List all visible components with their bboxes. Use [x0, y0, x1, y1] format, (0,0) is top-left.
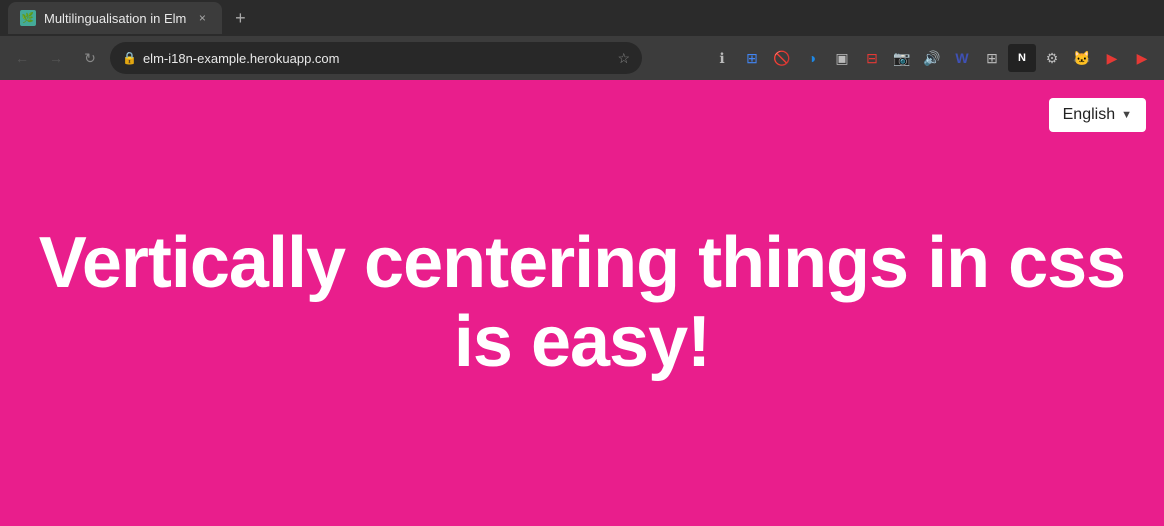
- extension-2-icon[interactable]: 📷: [888, 44, 916, 72]
- extension-7-icon[interactable]: ▶: [1128, 44, 1156, 72]
- hero-heading: Vertically centering things in css is ea…: [39, 224, 1125, 382]
- lock-icon: 🔒: [122, 51, 137, 65]
- notion-icon[interactable]: N: [1008, 44, 1036, 72]
- reload-button[interactable]: ↻: [76, 44, 104, 72]
- url-bar[interactable]: 🔒 elm-i18n-example.herokuapp.com ☆: [110, 42, 642, 74]
- extension-1-icon[interactable]: ⊟: [858, 44, 886, 72]
- extension-5-icon[interactable]: ⊞: [978, 44, 1006, 72]
- translate-icon[interactable]: ▣: [828, 44, 856, 72]
- tab-title: Multilingualisation in Elm: [44, 11, 186, 26]
- extension-3-icon[interactable]: 🔊: [918, 44, 946, 72]
- hero-section: Vertically centering things in css is ea…: [19, 224, 1145, 382]
- vpn-icon[interactable]: ◑: [798, 44, 826, 72]
- language-selector-button[interactable]: English ▼: [1049, 98, 1146, 132]
- extension-4-icon[interactable]: W: [948, 44, 976, 72]
- tab-bar: 🌿 Multilingualisation in Elm × +: [0, 0, 1164, 36]
- extensions-icon[interactable]: ⊞: [738, 44, 766, 72]
- youtube-icon[interactable]: ▶: [1098, 44, 1126, 72]
- back-button[interactable]: ←: [8, 44, 36, 72]
- tab-close-button[interactable]: ×: [194, 10, 210, 26]
- extension-6-icon[interactable]: 🐱: [1068, 44, 1096, 72]
- url-text: elm-i18n-example.herokuapp.com: [143, 51, 611, 66]
- page-content: English ▼ Vertically centering things in…: [0, 80, 1164, 526]
- ad-block-icon[interactable]: 🚫: [768, 44, 796, 72]
- active-tab[interactable]: 🌿 Multilingualisation in Elm ×: [8, 2, 222, 34]
- address-bar: ← → ↻ 🔒 elm-i18n-example.herokuapp.com ☆…: [0, 36, 1164, 80]
- settings-icon[interactable]: ⚙: [1038, 44, 1066, 72]
- chevron-down-icon: ▼: [1121, 109, 1132, 121]
- hero-heading-line2: is easy!: [454, 302, 710, 382]
- forward-button[interactable]: →: [42, 44, 70, 72]
- info-icon[interactable]: ℹ: [708, 44, 736, 72]
- tab-favicon: 🌿: [20, 10, 36, 26]
- new-tab-button[interactable]: +: [226, 4, 254, 32]
- hero-heading-line1: Vertically centering things in css: [39, 223, 1125, 303]
- browser-chrome: 🌿 Multilingualisation in Elm × + ← → ↻ 🔒…: [0, 0, 1164, 80]
- browser-toolbar: ℹ ⊞ 🚫 ◑ ▣ ⊟ 📷 🔊 W ⊞ N ⚙ 🐱 ▶ ▶: [648, 44, 1156, 72]
- language-label: English: [1063, 106, 1115, 124]
- bookmark-icon[interactable]: ☆: [617, 50, 630, 67]
